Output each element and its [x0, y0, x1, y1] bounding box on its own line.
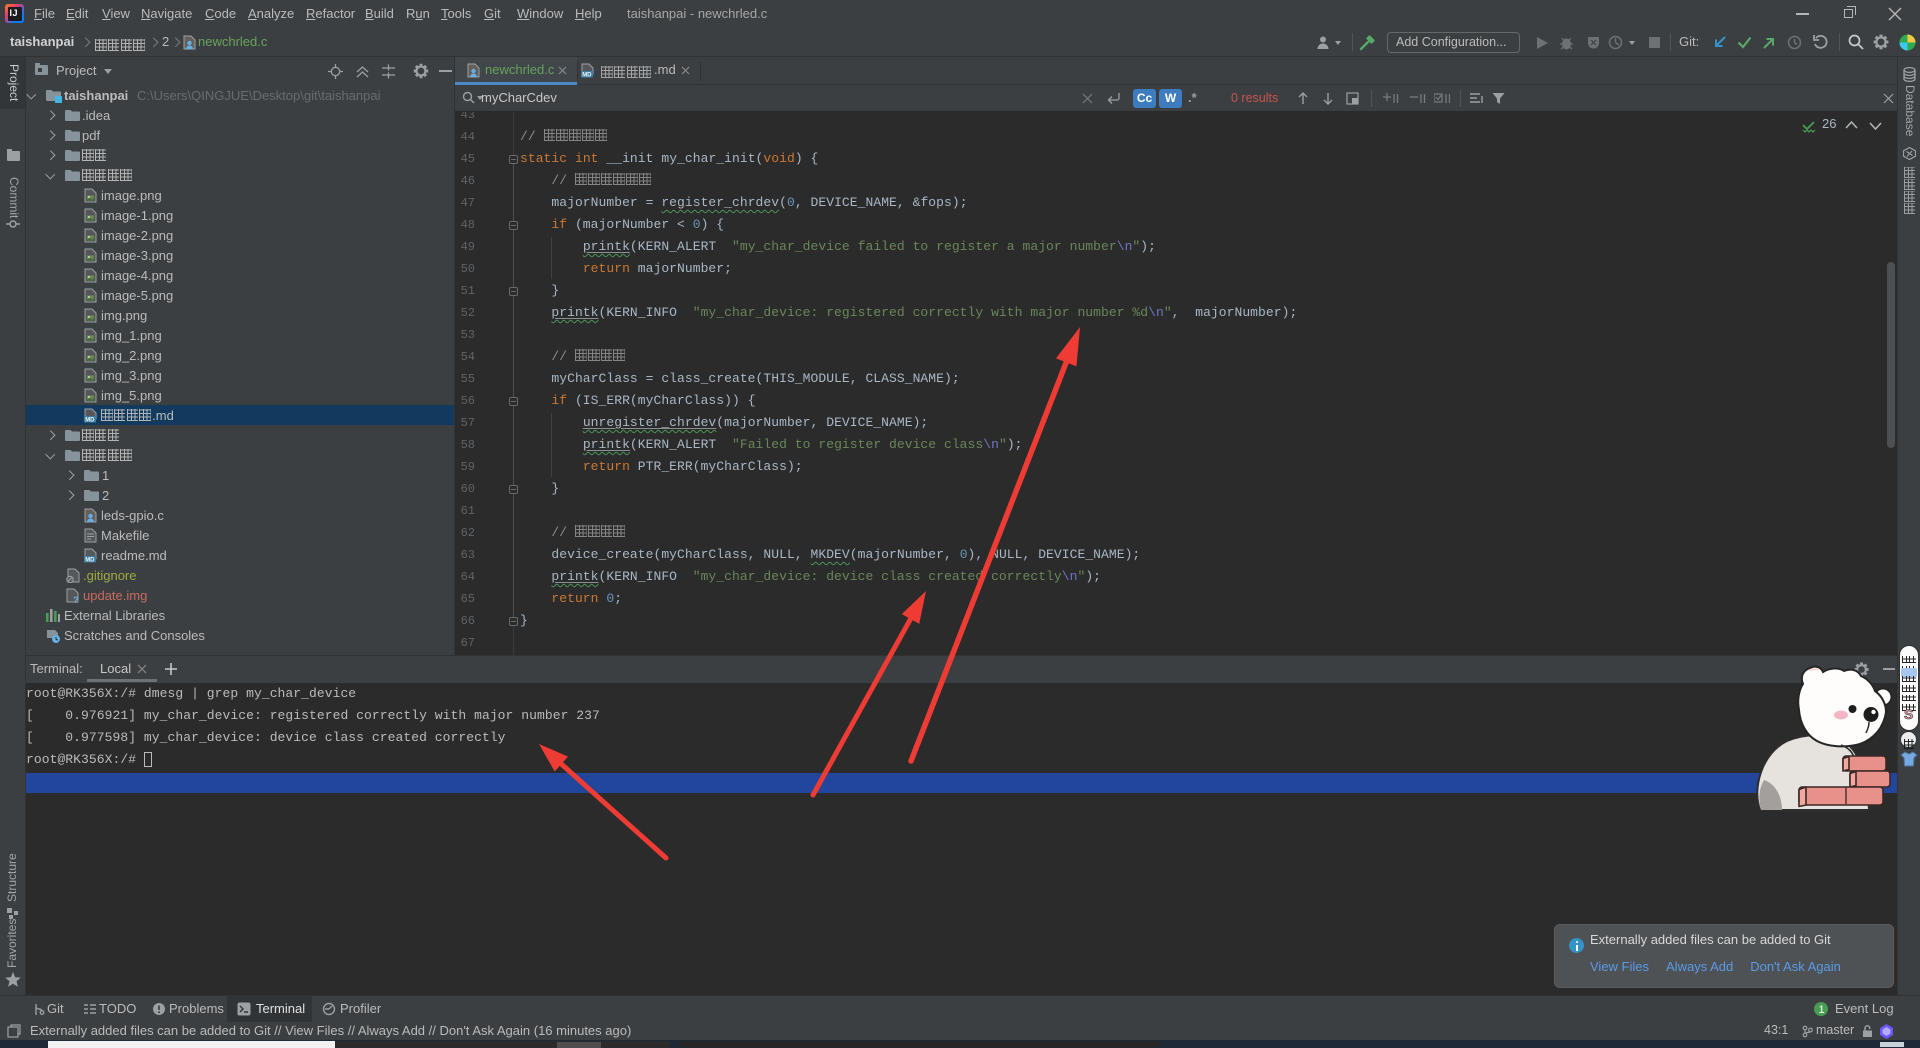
svg-text:?: ? [73, 595, 79, 603]
svg-text:MD: MD [582, 73, 592, 78]
svg-text:MD: MD [85, 418, 95, 423]
svg-text:MD: MD [85, 558, 95, 563]
